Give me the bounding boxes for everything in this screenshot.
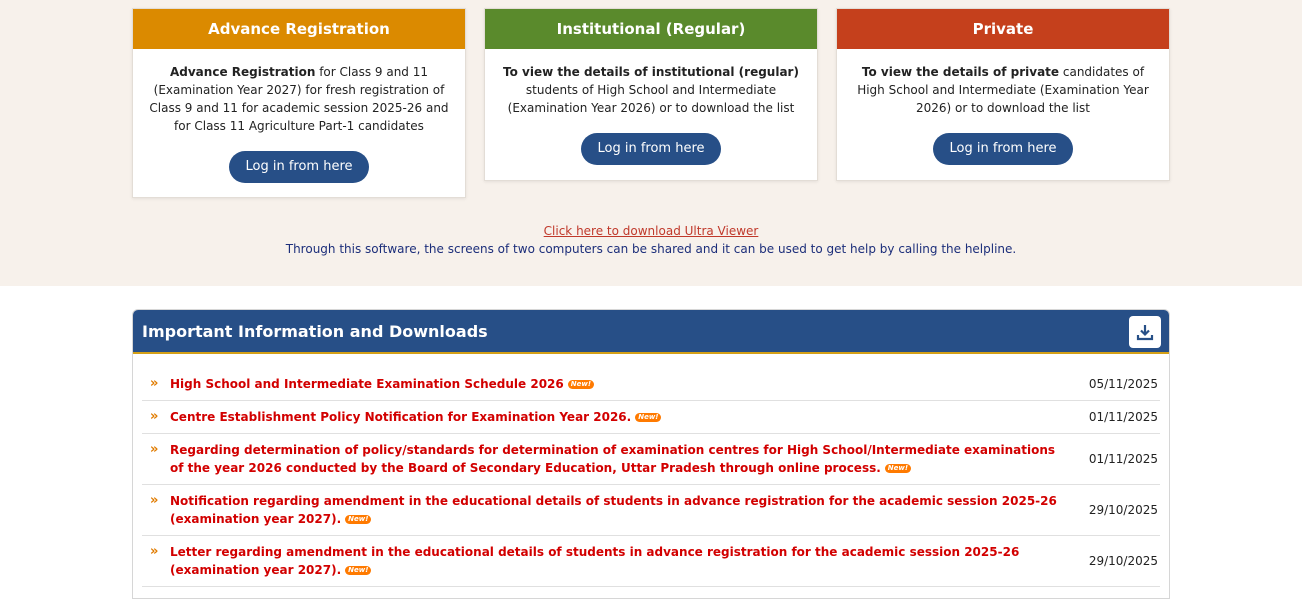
private-card: Private To view the details of private c… <box>836 8 1170 181</box>
ultra-viewer-section: Click here to download Ultra Viewer Thro… <box>0 222 1302 258</box>
new-badge: New! <box>567 380 595 389</box>
card-description-bold: To view the details of institutional (re… <box>503 65 799 79</box>
item-text[interactable]: Regarding determination of policy/standa… <box>170 443 1055 475</box>
download-icon <box>1136 325 1154 341</box>
new-badge: New! <box>345 566 372 575</box>
info-title: Important Information and Downloads <box>142 322 488 341</box>
advance-registration-card: Advance Registration Advance Registratio… <box>132 8 466 198</box>
card-description: To view the details of private candidate… <box>837 49 1169 117</box>
advance-login-button[interactable]: Log in from here <box>229 151 369 183</box>
new-badge: New! <box>345 515 372 524</box>
item-text[interactable]: Letter regarding amendment in the educat… <box>170 545 1019 577</box>
double-chevron-right-icon: » <box>150 409 159 424</box>
double-chevron-right-icon: » <box>150 493 159 508</box>
card-description-text: students of High School and Intermediate… <box>507 83 795 115</box>
new-badge: New! <box>884 464 912 473</box>
download-button[interactable] <box>1129 316 1161 348</box>
item-date: 29/10/2025 <box>1088 554 1158 568</box>
item-date: 01/11/2025 <box>1088 410 1158 424</box>
item-text[interactable]: Notification regarding amendment in the … <box>170 494 1057 526</box>
card-description: To view the details of institutional (re… <box>485 49 817 117</box>
item-date: 05/11/2025 <box>1088 377 1158 391</box>
ultra-viewer-note: Through this software, the screens of tw… <box>285 242 1017 256</box>
important-info-panel: Important Information and Downloads » Hi… <box>132 309 1170 599</box>
new-badge: New! <box>635 413 662 422</box>
card-description-bold: Advance Registration <box>169 65 316 79</box>
double-chevron-right-icon: » <box>150 544 159 559</box>
card-title: Advance Registration <box>133 9 465 49</box>
double-chevron-right-icon: » <box>150 376 159 391</box>
item-text[interactable]: Centre Establishment Policy Notification… <box>170 410 631 424</box>
list-item[interactable]: » Notification regarding amendment in th… <box>142 485 1160 536</box>
item-date: 01/11/2025 <box>1088 452 1158 466</box>
info-list: » High School and Intermediate Examinati… <box>142 368 1160 587</box>
card-description-bold: To view the details of private <box>861 65 1060 79</box>
private-login-button[interactable]: Log in from here <box>933 133 1073 165</box>
info-header: Important Information and Downloads <box>133 310 1169 354</box>
card-title: Private <box>837 9 1169 49</box>
card-title: Institutional (Regular) <box>485 9 817 49</box>
institutional-login-button[interactable]: Log in from here <box>581 133 721 165</box>
list-item[interactable]: » Centre Establishment Policy Notificati… <box>142 401 1160 434</box>
ultra-viewer-download-link[interactable]: Click here to download Ultra Viewer <box>544 224 759 238</box>
item-text[interactable]: High School and Intermediate Examination… <box>170 377 564 391</box>
double-chevron-right-icon: » <box>150 442 159 457</box>
institutional-card: Institutional (Regular) To view the deta… <box>484 8 818 181</box>
list-item[interactable]: » Letter regarding amendment in the educ… <box>142 536 1160 587</box>
item-date: 29/10/2025 <box>1088 503 1158 517</box>
list-item[interactable]: » High School and Intermediate Examinati… <box>142 368 1160 401</box>
list-item[interactable]: » Regarding determination of policy/stan… <box>142 434 1160 485</box>
card-description: Advance Registration for Class 9 and 11 … <box>133 49 465 135</box>
